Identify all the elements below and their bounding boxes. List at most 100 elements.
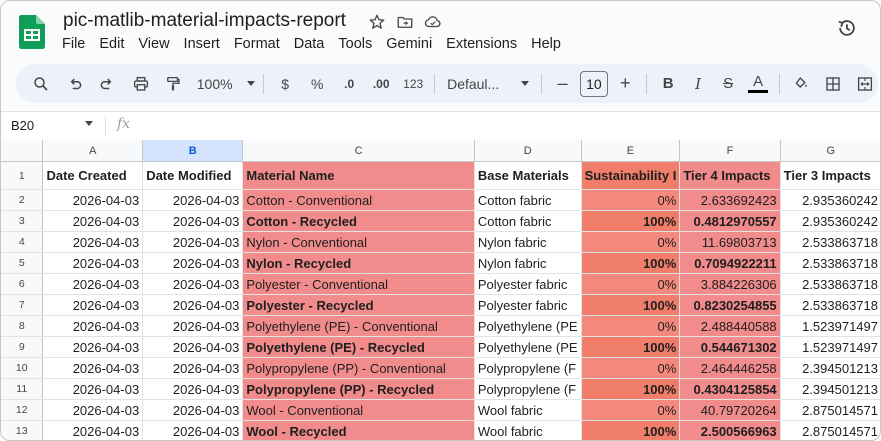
- cell-date-modified[interactable]: 2026-04-03: [142, 252, 244, 274]
- cell-date-created[interactable]: 2026-04-03: [42, 189, 144, 211]
- cell-date-modified[interactable]: 2026-04-03: [142, 378, 244, 400]
- cell-tier3-impacts[interactable]: 2.533863718: [780, 294, 880, 316]
- borders-icon[interactable]: [820, 70, 846, 98]
- row-header[interactable]: 9: [1, 336, 44, 358]
- cell-tier4-impacts[interactable]: 2.633692423: [679, 189, 781, 211]
- cell-tier4-impacts[interactable]: 2.464446258: [679, 357, 781, 379]
- zoom-select[interactable]: 100%: [196, 70, 255, 98]
- number-format-button[interactable]: 123: [400, 70, 426, 98]
- print-icon[interactable]: [128, 70, 154, 98]
- cell-date-created[interactable]: 2026-04-03: [42, 231, 144, 253]
- column-header-f[interactable]: F: [679, 140, 781, 162]
- cell-sustainability[interactable]: 100%: [581, 210, 681, 232]
- bold-button[interactable]: B: [655, 70, 681, 98]
- merge-cells-icon[interactable]: [852, 70, 878, 98]
- text-color-button[interactable]: A: [745, 70, 771, 98]
- cell-sustainability[interactable]: 100%: [581, 420, 681, 440]
- cell-tier3-impacts[interactable]: 2.533863718: [780, 231, 880, 253]
- row-header[interactable]: 10: [1, 357, 44, 379]
- star-icon[interactable]: [368, 13, 386, 31]
- header-cell-material-name[interactable]: Material Name: [242, 161, 475, 190]
- cell-sustainability[interactable]: 0%: [581, 399, 681, 421]
- header-cell-date-created[interactable]: Date Created: [42, 161, 144, 190]
- cell-base-materials[interactable]: Wool fabric: [474, 420, 582, 440]
- decrease-font-size-button[interactable]: –: [550, 70, 576, 98]
- cell-base-materials[interactable]: Polypropylene (F: [474, 357, 582, 379]
- menu-insert[interactable]: Insert: [184, 36, 228, 52]
- cell-tier3-impacts[interactable]: 1.523971497: [780, 315, 880, 337]
- italic-button[interactable]: I: [685, 70, 711, 98]
- cell-base-materials[interactable]: Nylon fabric: [474, 231, 582, 253]
- strikethrough-button[interactable]: S: [715, 70, 741, 98]
- row-header[interactable]: 12: [1, 399, 44, 421]
- cell-tier4-impacts[interactable]: 40.79720264: [679, 399, 781, 421]
- cell-material-name[interactable]: Wool - Conventional: [242, 399, 475, 421]
- cell-tier4-impacts[interactable]: 2.500566963: [679, 420, 781, 440]
- cell-sustainability[interactable]: 0%: [581, 357, 681, 379]
- undo-icon[interactable]: [62, 70, 88, 98]
- cell-sustainability[interactable]: 100%: [581, 336, 681, 358]
- cell-tier3-impacts[interactable]: 2.533863718: [780, 273, 880, 295]
- cell-material-name[interactable]: Polyethylene (PE) - Conventional: [242, 315, 475, 337]
- header-cell-date-modified[interactable]: Date Modified: [142, 161, 244, 190]
- header-cell-tier4-impacts[interactable]: Tier 4 Impacts: [679, 161, 781, 190]
- row-header[interactable]: 5: [1, 252, 44, 274]
- cell-tier3-impacts[interactable]: 2.875014571: [780, 420, 880, 440]
- cell-date-modified[interactable]: 2026-04-03: [142, 357, 244, 379]
- cell-date-created[interactable]: 2026-04-03: [42, 378, 144, 400]
- row-header[interactable]: 3: [1, 210, 44, 232]
- cell-material-name[interactable]: Cotton - Conventional: [242, 189, 475, 211]
- column-header-d[interactable]: D: [474, 140, 582, 162]
- name-box-chevron-icon[interactable]: [85, 121, 93, 126]
- cloud-saved-icon[interactable]: [424, 13, 442, 31]
- cell-date-modified[interactable]: 2026-04-03: [142, 420, 244, 440]
- cell-material-name[interactable]: Polyester - Conventional: [242, 273, 475, 295]
- version-history-icon[interactable]: [836, 17, 858, 39]
- cell-tier3-impacts[interactable]: 2.533863718: [780, 252, 880, 274]
- cell-date-modified[interactable]: 2026-04-03: [142, 336, 244, 358]
- cell-date-modified[interactable]: 2026-04-03: [142, 231, 244, 253]
- cell-tier4-impacts[interactable]: 2.488440588: [679, 315, 781, 337]
- cell-base-materials[interactable]: Polyester fabric: [474, 294, 582, 316]
- row-header[interactable]: 11: [1, 378, 44, 400]
- header-cell-base-materials[interactable]: Base Materials: [474, 161, 582, 190]
- cell-base-materials[interactable]: Polyester fabric: [474, 273, 582, 295]
- cell-base-materials[interactable]: Wool fabric: [474, 399, 582, 421]
- cell-base-materials[interactable]: Cotton fabric: [474, 189, 582, 211]
- cell-tier3-impacts[interactable]: 2.935360242: [780, 189, 880, 211]
- cell-tier4-impacts[interactable]: 0.544671302: [679, 336, 781, 358]
- header-cell-tier3-impacts[interactable]: Tier 3 Impacts: [780, 161, 880, 190]
- menu-tools[interactable]: Tools: [338, 36, 380, 52]
- percent-button[interactable]: %: [304, 70, 330, 98]
- cell-date-modified[interactable]: 2026-04-03: [142, 399, 244, 421]
- row-header[interactable]: 8: [1, 315, 44, 337]
- fill-color-icon[interactable]: [788, 70, 814, 98]
- column-header-a[interactable]: A: [42, 140, 144, 162]
- row-header[interactable]: 4: [1, 231, 44, 253]
- cell-date-created[interactable]: 2026-04-03: [42, 399, 144, 421]
- redo-icon[interactable]: [94, 70, 120, 98]
- cell-sustainability[interactable]: 0%: [581, 315, 681, 337]
- sheets-logo-icon[interactable]: [19, 15, 45, 49]
- cell-date-modified[interactable]: 2026-04-03: [142, 189, 244, 211]
- cell-base-materials[interactable]: Polyethylene (PE: [474, 315, 582, 337]
- menu-edit[interactable]: Edit: [99, 36, 132, 52]
- menu-data[interactable]: Data: [294, 36, 333, 52]
- cell-tier4-impacts[interactable]: 3.884226306: [679, 273, 781, 295]
- cell-tier4-impacts[interactable]: 0.7094922211: [679, 252, 781, 274]
- menu-view[interactable]: View: [138, 36, 177, 52]
- row-header[interactable]: 7: [1, 294, 44, 316]
- cell-material-name[interactable]: Cotton - Recycled: [242, 210, 475, 232]
- cell-sustainability[interactable]: 0%: [581, 231, 681, 253]
- row-header[interactable]: 1: [1, 161, 44, 190]
- cell-date-created[interactable]: 2026-04-03: [42, 210, 144, 232]
- document-title[interactable]: pic-matlib-material-impacts-report: [63, 10, 346, 32]
- move-folder-icon[interactable]: [396, 13, 414, 31]
- menu-file[interactable]: File: [62, 36, 93, 52]
- cell-tier4-impacts[interactable]: 0.8230254855: [679, 294, 781, 316]
- cell-base-materials[interactable]: Polyethylene (PE: [474, 336, 582, 358]
- name-box[interactable]: B20: [11, 118, 34, 133]
- cell-sustainability[interactable]: 100%: [581, 252, 681, 274]
- cell-date-created[interactable]: 2026-04-03: [42, 294, 144, 316]
- cell-date-modified[interactable]: 2026-04-03: [142, 315, 244, 337]
